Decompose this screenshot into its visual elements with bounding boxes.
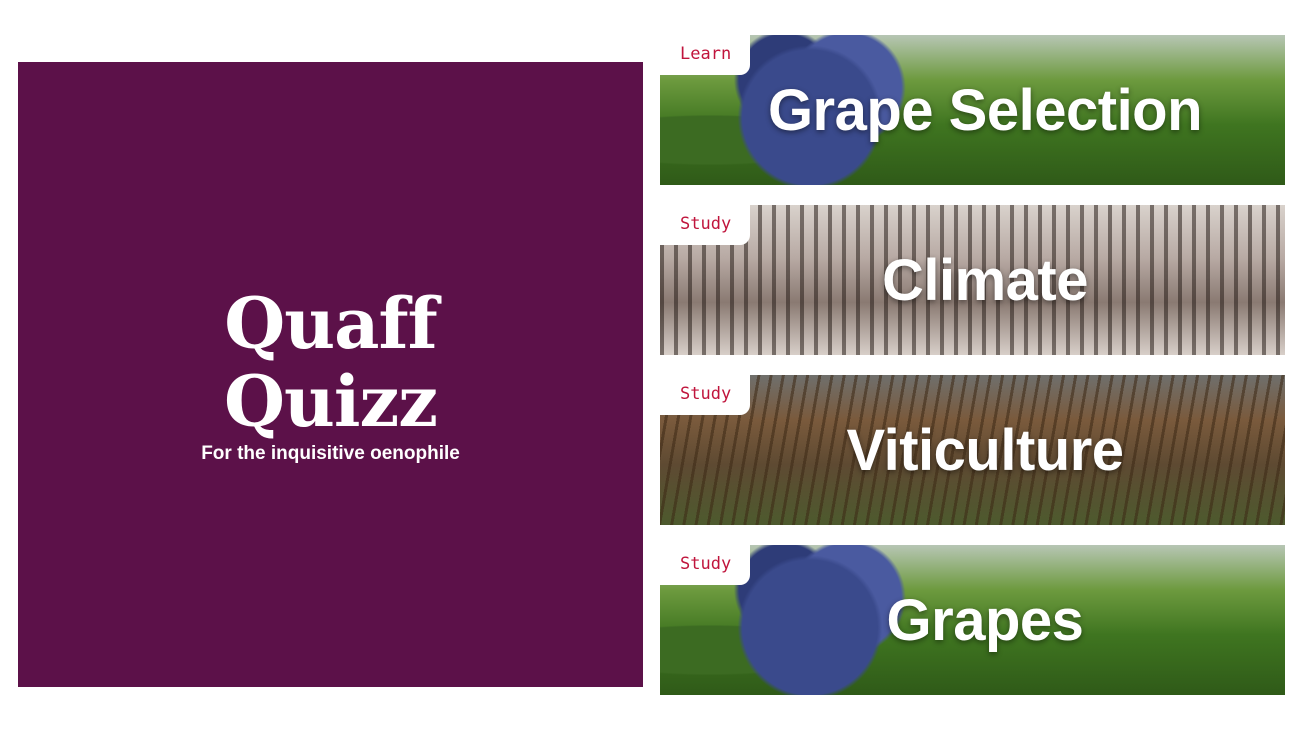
topic-card-viticulture[interactable]: Viticulture Study [660,375,1285,525]
topic-card-list: Grape Selection Learn Climate Study Viti… [660,35,1285,715]
card-title: Climate [881,247,1089,313]
topic-card-grapes[interactable]: Grapes Study [660,545,1285,695]
card-tag: Study [660,545,750,585]
card-tag: Study [660,375,750,415]
card-title: Viticulture [846,417,1124,483]
hero-panel: Quaff Quizz For the inquisitive oenophil… [18,62,643,687]
app-title-line1: Quaff [224,281,437,365]
card-tag: Study [660,205,750,245]
card-title: Grapes [886,587,1084,653]
card-title: Grape Selection [767,77,1203,143]
topic-card-climate[interactable]: Climate Study [660,205,1285,355]
app-title-line2: Quizz [224,359,438,443]
app-subtitle: For the inquisitive oenophile [201,442,460,464]
topic-card-grape-selection[interactable]: Grape Selection Learn [660,35,1285,185]
app-title: Quaff Quizz [224,281,438,443]
card-tag: Learn [660,35,750,75]
